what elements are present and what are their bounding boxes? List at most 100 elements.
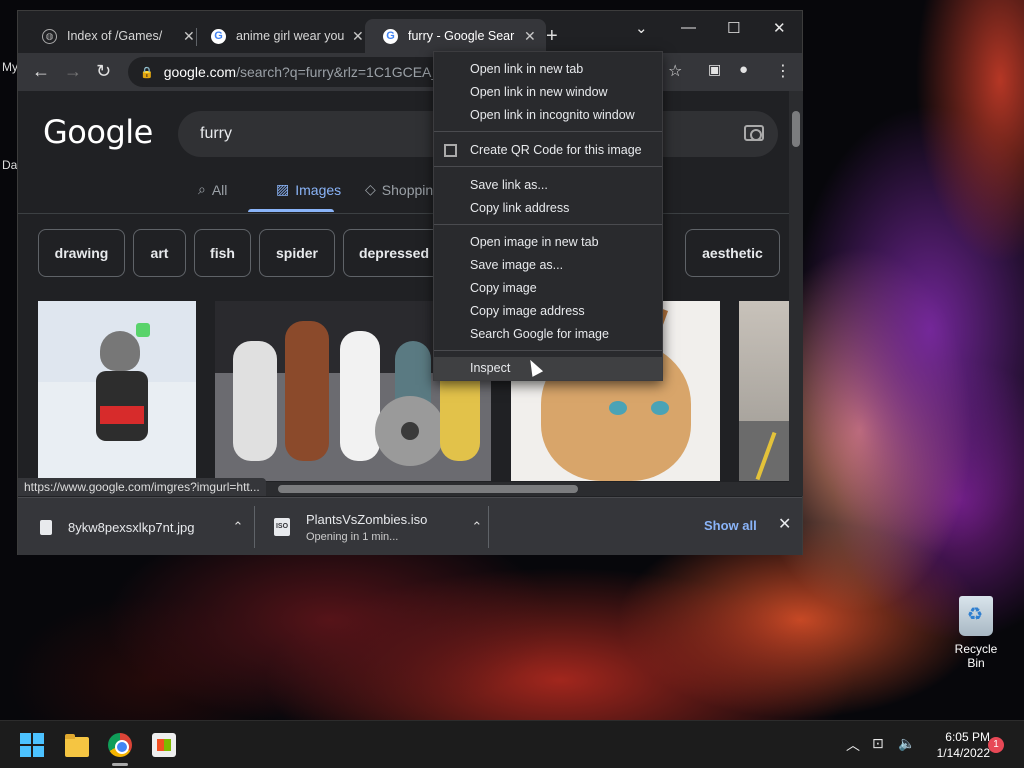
tab-title: anime girl wear you <box>236 29 344 43</box>
taskbar: ︿ ⊡ 🔈 6:05 PM 1/14/2022 1 <box>0 720 1024 768</box>
minimize-button[interactable]: — <box>681 19 696 36</box>
menu-item-save-link-as[interactable]: Save link as... <box>434 174 662 197</box>
desktop-icon-label-fragment[interactable]: My <box>2 60 18 74</box>
menu-item-open-link-incognito[interactable]: Open link in incognito window <box>434 104 662 127</box>
file-explorer-icon[interactable] <box>65 734 89 757</box>
menu-item-copy-link-address[interactable]: Copy link address <box>434 197 662 220</box>
tab-anime-search[interactable]: G anime girl wear you ✕ <box>193 19 374 53</box>
iso-file-icon: ISO <box>274 518 290 536</box>
camera-search-icon[interactable] <box>744 125 764 141</box>
scrollbar-thumb[interactable] <box>278 485 578 493</box>
image-result[interactable] <box>38 301 196 481</box>
download-filename: PlantsVsZombies.iso <box>306 511 428 527</box>
close-downloads-bar-icon[interactable]: ✕ <box>778 514 791 534</box>
image-icon: ▨ <box>276 181 290 197</box>
volume-icon[interactable]: 🔈 <box>898 735 915 752</box>
close-tab-icon[interactable]: ✕ <box>524 28 536 45</box>
context-menu: Open link in new tab Open link in new wi… <box>433 51 663 381</box>
menu-item-open-link-new-tab[interactable]: Open link in new tab <box>434 58 662 81</box>
link-status-bubble: https://www.google.com/imgres?imgurl=htt… <box>18 478 266 496</box>
divider <box>254 506 255 548</box>
downloads-bar: 8ykw8pexsxlkp7nt.jpg ⌃ ISO PlantsVsZombi… <box>18 497 802 555</box>
filter-chip[interactable]: drawing <box>38 229 125 277</box>
vertical-scrollbar[interactable] <box>789 91 803 496</box>
browser-toolbar: ← → ↻ 🔒 google.com/search?q=furry&rlz=1C… <box>18 53 802 91</box>
filter-chip[interactable]: aesthetic <box>685 229 780 277</box>
menu-separator <box>434 131 662 132</box>
tab-search-button[interactable]: ⌄ <box>635 19 648 37</box>
recycle-bin-desktop-icon[interactable]: Recycle Bin <box>945 596 1007 670</box>
tab-index-of-games[interactable]: ◍ Index of /Games/ ✕ <box>24 19 205 53</box>
search-query: furry <box>200 125 232 142</box>
qr-code-icon <box>444 144 457 157</box>
tab-all[interactable]: ⌕ All <box>198 181 227 198</box>
recycle-bin-label: Recycle Bin <box>954 642 998 670</box>
menu-kebab-icon[interactable]: ⋮ <box>775 61 791 81</box>
tab-title: furry - Google Sear <box>408 29 515 43</box>
download-status: Opening in 1 min... <box>306 530 399 543</box>
clock-time: 6:05 PM <box>945 730 990 744</box>
windows-start-icon[interactable] <box>20 733 44 757</box>
tab-strip: ◍ Index of /Games/ ✕ G anime girl wear y… <box>18 11 802 53</box>
menu-item-inspect[interactable]: Inspect <box>434 357 662 380</box>
menu-separator <box>434 350 662 351</box>
google-g-icon: G <box>211 28 226 44</box>
image-result[interactable] <box>739 301 789 481</box>
chrome-icon[interactable] <box>108 733 132 757</box>
bookmark-star-icon[interactable]: ☆ <box>668 61 682 81</box>
reload-button[interactable]: ↻ <box>96 61 111 82</box>
network-icon[interactable]: ⊡ <box>872 735 884 752</box>
globe-icon: ◍ <box>42 28 57 44</box>
scrollbar-thumb[interactable] <box>792 111 800 147</box>
divider <box>488 506 489 548</box>
url-text: google.com/search?q=furry&rlz=1C1GCEA_ <box>163 64 440 80</box>
menu-separator <box>434 224 662 225</box>
notification-badge[interactable]: 1 <box>988 737 1004 753</box>
clock-date: 1/14/2022 <box>936 746 990 760</box>
page-content: Google furry ⌕ All ▨ Images ◇ Shopping d… <box>18 91 789 496</box>
chrome-window: ◍ Index of /Games/ ✕ G anime girl wear y… <box>17 10 803 555</box>
forward-button[interactable]: → <box>64 61 82 82</box>
tag-icon: ◇ <box>365 181 376 197</box>
menu-item-create-qr-code[interactable]: Create QR Code for this image <box>434 139 662 162</box>
menu-item-copy-image[interactable]: Copy image <box>434 277 662 300</box>
lock-icon[interactable]: 🔒 <box>140 66 154 79</box>
search-icon: ⌕ <box>198 181 206 197</box>
google-logo[interactable]: Google <box>43 113 153 151</box>
tab-furry-search[interactable]: G furry - Google Sear ✕ <box>365 19 546 53</box>
filter-chip[interactable]: depressed <box>343 229 445 277</box>
filter-chip[interactable]: spider <box>259 229 335 277</box>
desktop-icon-label-fragment[interactable]: Da <box>2 158 17 172</box>
close-window-button[interactable]: ✕ <box>773 19 786 37</box>
download-item[interactable]: 8ykw8pexsxlkp7nt.jpg ⌃ <box>40 498 243 556</box>
back-button[interactable]: ← <box>32 61 50 82</box>
profile-avatar-icon[interactable]: ● <box>739 61 748 78</box>
menu-item-search-google-for-image[interactable]: Search Google for image <box>434 323 662 346</box>
file-icon <box>40 519 52 535</box>
filter-chip[interactable]: art <box>133 229 186 277</box>
clock[interactable]: 6:05 PM 1/14/2022 <box>920 729 990 761</box>
recycle-bin-icon <box>959 596 993 636</box>
show-all-downloads-button[interactable]: Show all <box>704 518 757 533</box>
divider <box>18 213 789 214</box>
menu-item-open-link-new-window[interactable]: Open link in new window <box>434 81 662 104</box>
running-indicator <box>112 763 128 766</box>
chevron-up-icon[interactable]: ︿ <box>846 735 860 755</box>
close-tab-icon[interactable]: ✕ <box>352 28 364 45</box>
active-tab-indicator <box>248 209 334 212</box>
tab-images[interactable]: ▨ Images <box>276 181 341 198</box>
filter-chip[interactable]: fish <box>194 229 251 277</box>
chevron-up-icon[interactable]: ⌃ <box>232 519 243 535</box>
menu-item-open-image-new-tab[interactable]: Open image in new tab <box>434 231 662 254</box>
menu-item-copy-image-address[interactable]: Copy image address <box>434 300 662 323</box>
side-panel-icon[interactable]: ▣ <box>708 61 721 78</box>
download-filename: 8ykw8pexsxlkp7nt.jpg <box>68 519 195 535</box>
new-tab-button[interactable]: + <box>546 25 558 48</box>
menu-separator <box>434 166 662 167</box>
microsoft-store-icon[interactable] <box>152 733 176 757</box>
menu-item-save-image-as[interactable]: Save image as... <box>434 254 662 277</box>
download-item[interactable]: ISO PlantsVsZombies.iso Opening in 1 min… <box>274 498 482 556</box>
maximize-button[interactable]: ☐ <box>727 19 740 37</box>
tab-shopping[interactable]: ◇ Shopping <box>365 181 441 198</box>
chevron-up-icon[interactable]: ⌃ <box>471 519 482 535</box>
